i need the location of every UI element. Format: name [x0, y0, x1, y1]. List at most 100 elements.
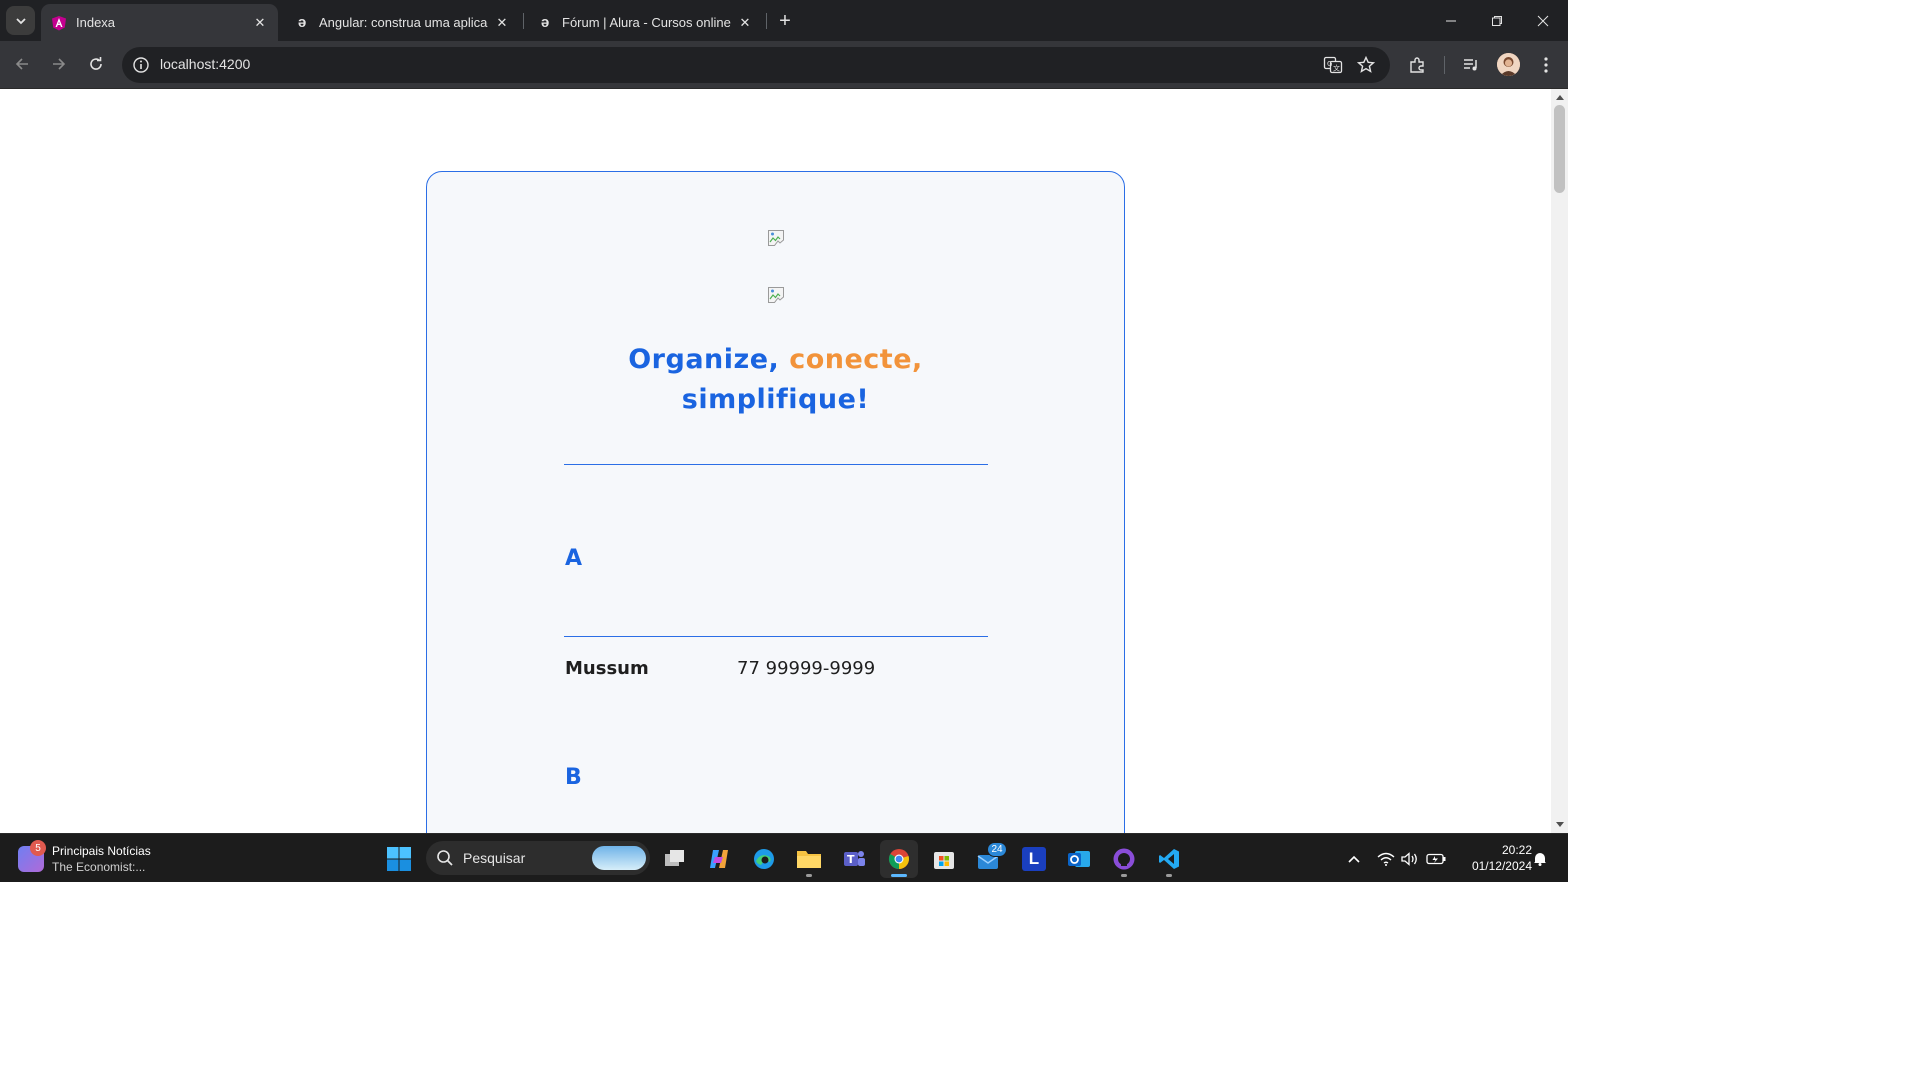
svg-text:G: G [1327, 60, 1332, 68]
search-placeholder: Pesquisar [463, 850, 526, 866]
browser-toolbar: localhost:4200 G文 [0, 41, 1568, 89]
file-explorer-icon[interactable] [790, 840, 828, 878]
media-control-icon[interactable] [1460, 54, 1482, 76]
battery-icon[interactable] [1423, 834, 1449, 882]
headline-conecte: conecte, [789, 344, 923, 375]
reload-button[interactable] [83, 51, 109, 77]
chrome-icon[interactable] [880, 840, 918, 878]
news-widget[interactable]: 5 Principais Notícias The Economist:... [18, 840, 151, 878]
mail-icon[interactable]: 24 [970, 840, 1008, 878]
forward-button[interactable] [46, 51, 72, 77]
running-indicator [1121, 874, 1127, 877]
scroll-thumb[interactable] [1554, 105, 1565, 193]
close-window-button[interactable] [1520, 0, 1566, 41]
minimize-icon [1446, 20, 1456, 21]
github-desktop-icon[interactable] [1105, 840, 1143, 878]
task-view-icon[interactable] [656, 840, 694, 878]
back-button[interactable] [9, 51, 35, 77]
scroll-down-arrow-icon[interactable] [1551, 818, 1568, 832]
address-bar[interactable]: localhost:4200 G文 [122, 47, 1390, 83]
tab-search-button[interactable] [6, 6, 35, 35]
taskbar-search[interactable]: Pesquisar [426, 841, 650, 875]
search-icon [437, 850, 453, 866]
news-subtitle: The Economist:... [52, 860, 146, 874]
running-indicator [1166, 874, 1172, 877]
news-widget-icon: 5 [18, 840, 46, 872]
bookmark-star-icon[interactable] [1356, 55, 1376, 75]
close-icon[interactable]: ✕ [737, 15, 753, 31]
vscode-icon[interactable] [1150, 840, 1188, 878]
contact-name: Mussum [565, 658, 649, 679]
page-viewport: Organize, conecte, simplifique! A Mussum… [0, 89, 1551, 833]
headline-simplifique: simplifique! [681, 384, 870, 415]
close-icon [1537, 15, 1549, 26]
tab-angular-course[interactable]: ə Angular: construa uma aplicaçã ✕ [284, 4, 520, 41]
search-highlight-image [592, 846, 646, 870]
show-hidden-icons-button[interactable] [1342, 834, 1366, 882]
scroll-up-arrow-icon[interactable] [1551, 90, 1568, 104]
extensions-icon[interactable] [1406, 54, 1428, 76]
toolbar-separator [1444, 56, 1445, 74]
more-menu-icon[interactable] [1535, 54, 1557, 76]
tab-separator [523, 13, 524, 29]
plus-icon: + [779, 9, 791, 32]
tab-title: Fórum | Alura - Cursos online d [562, 15, 731, 30]
clock-time: 20:22 [1501, 843, 1532, 857]
info-icon[interactable] [132, 56, 150, 74]
system-clock[interactable]: 20:22 01/12/2024 [1452, 842, 1532, 874]
angular-icon [51, 15, 67, 31]
news-badge: 5 [30, 840, 46, 856]
teams-icon[interactable]: T [835, 840, 873, 878]
tab-alura-forum[interactable]: ə Fórum | Alura - Cursos online d ✕ [527, 4, 763, 41]
group-letter-a: A [565, 546, 583, 571]
tab-indexa[interactable]: Indexa ✕ [41, 4, 278, 41]
chevron-down-icon [15, 17, 26, 24]
alura-icon: ə [297, 14, 307, 31]
microsoft-store-icon[interactable] [925, 840, 963, 878]
arrow-right-icon [53, 58, 66, 70]
edge-browser-icon[interactable] [745, 840, 783, 878]
broken-image-icon [768, 287, 784, 303]
minimize-button[interactable] [1428, 0, 1474, 41]
alura-icon: ə [540, 14, 550, 31]
contact-phone: 77 99999-9999 [737, 658, 876, 679]
broken-image-icon [768, 230, 784, 246]
profile-avatar[interactable] [1497, 53, 1520, 76]
tab-title: Angular: construa uma aplicaçã [319, 15, 488, 30]
windows-taskbar: 5 Principais Notícias The Economist:... … [0, 833, 1568, 882]
contacts-card: Organize, conecte, simplifique! A Mussum… [426, 171, 1125, 833]
headline-organize: Organize, [628, 344, 790, 375]
browser-tab-strip: Indexa ✕ ə Angular: construa uma aplicaç… [0, 0, 1568, 41]
close-icon[interactable]: ✕ [494, 15, 510, 31]
linguee-app-icon[interactable]: L [1015, 840, 1053, 878]
running-indicator [806, 874, 812, 877]
section-divider [564, 464, 988, 465]
chevron-up-icon [1348, 855, 1360, 863]
notification-bell-icon[interactable] [1530, 834, 1550, 882]
clock-date: 01/12/2024 [1471, 859, 1532, 873]
new-tab-button[interactable]: + [774, 10, 796, 32]
tab-title: Indexa [76, 15, 116, 30]
translate-icon[interactable]: G文 [1323, 55, 1343, 75]
restore-button[interactable] [1474, 0, 1520, 41]
news-title: Principais Notícias [52, 844, 151, 858]
restore-icon [1492, 15, 1502, 26]
svg-text:文: 文 [1333, 64, 1340, 73]
copilot-icon[interactable] [700, 840, 738, 878]
close-icon[interactable]: ✕ [252, 15, 268, 31]
page-headline: Organize, conecte, simplifique! [427, 340, 1124, 420]
reload-icon [90, 57, 102, 70]
group-letter-b: B [565, 765, 582, 790]
arrow-left-icon [15, 58, 28, 70]
volume-icon[interactable] [1398, 834, 1422, 882]
svg-text:T: T [847, 853, 855, 866]
section-divider [564, 636, 988, 637]
url-text[interactable]: localhost:4200 [160, 56, 250, 72]
outlook-icon[interactable] [1060, 840, 1098, 878]
mail-badge: 24 [987, 842, 1007, 857]
tab-separator [766, 13, 767, 29]
wifi-icon[interactable] [1374, 834, 1398, 882]
windows-start-icon[interactable] [386, 846, 412, 872]
page-scrollbar[interactable] [1551, 89, 1568, 833]
active-indicator [891, 874, 907, 877]
